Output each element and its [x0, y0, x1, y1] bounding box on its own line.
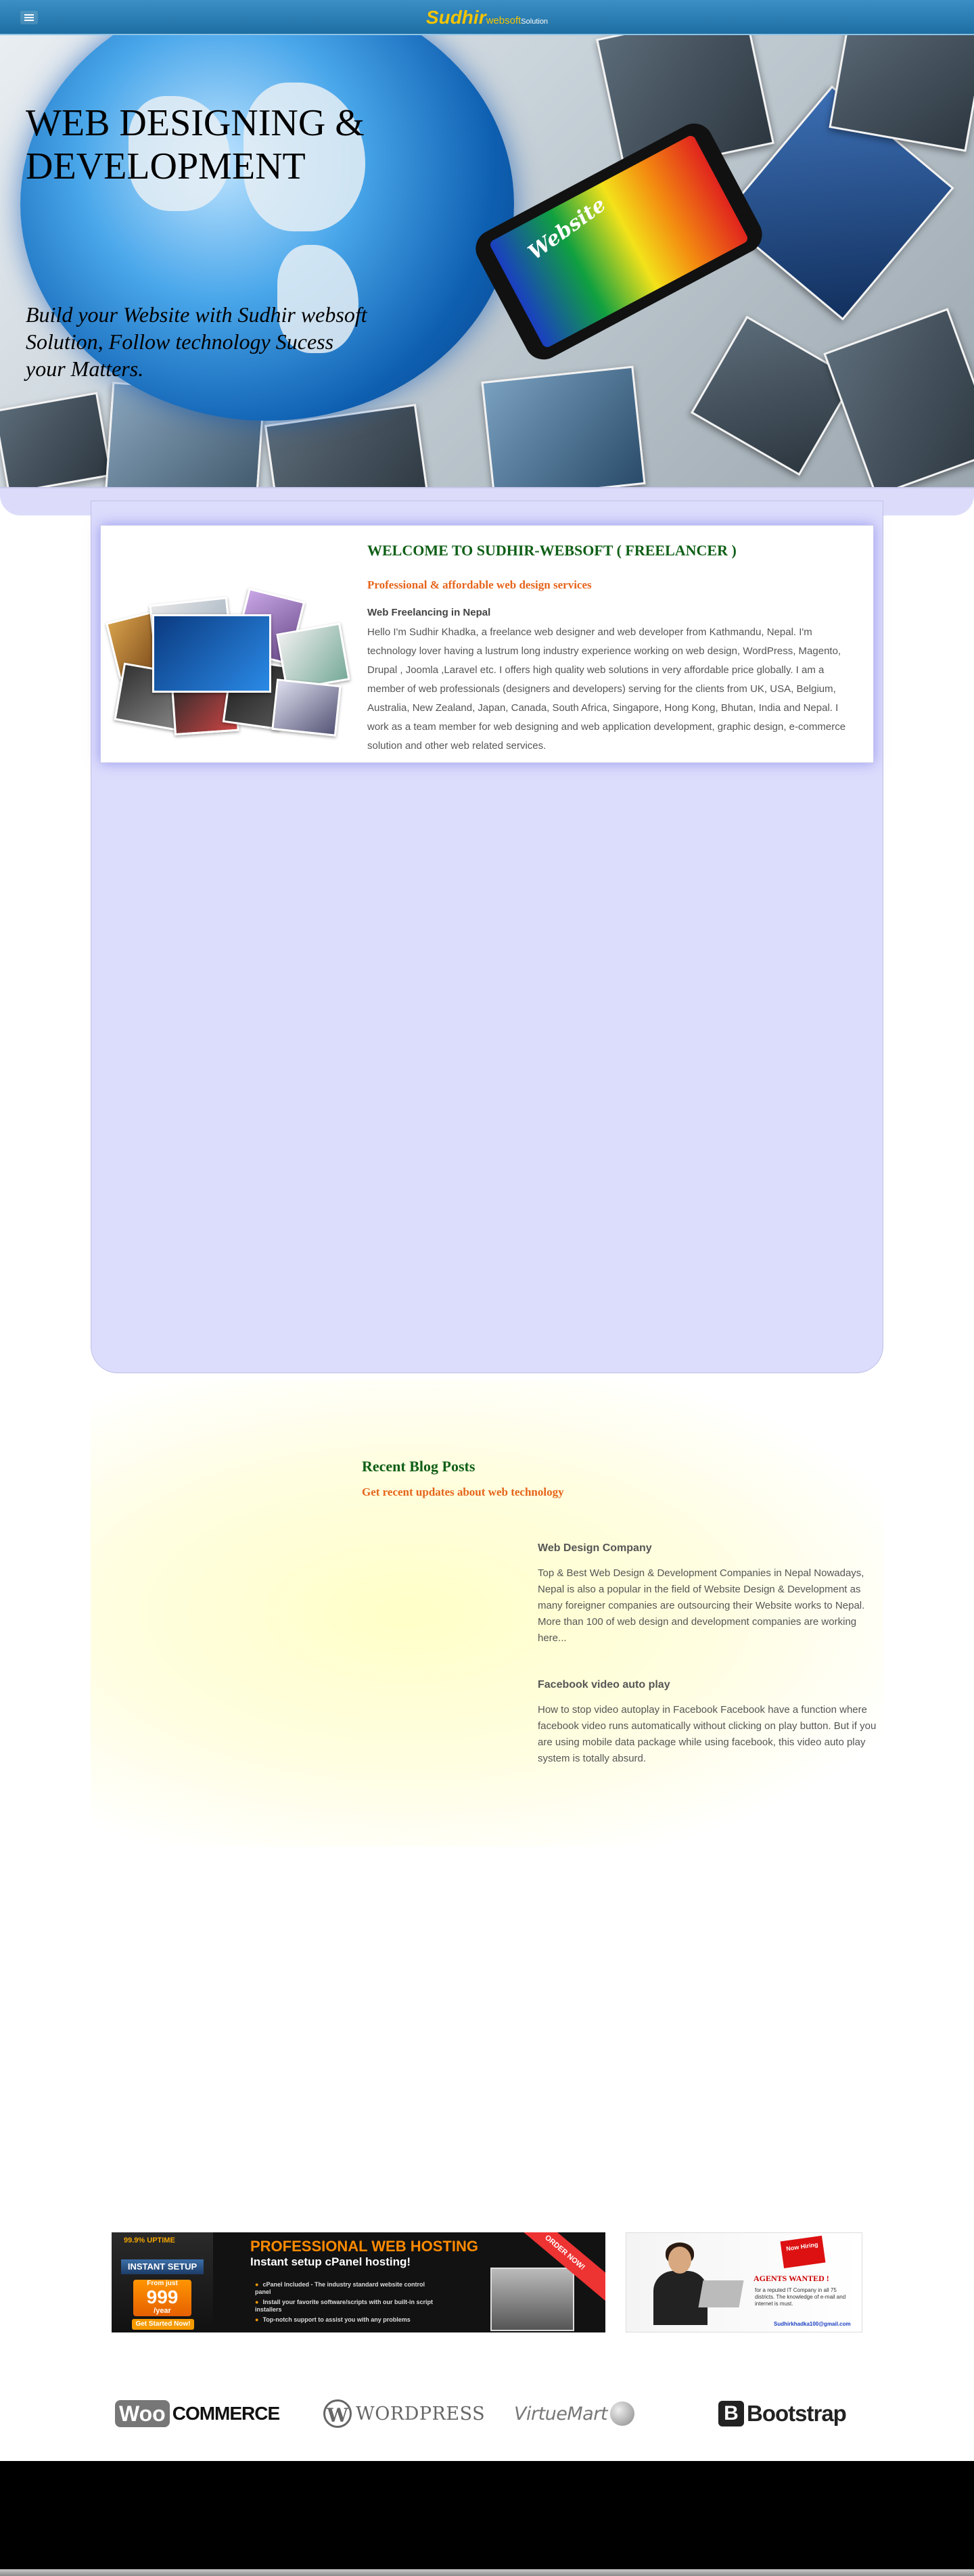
- logo-part-1: Sudhir: [425, 7, 486, 28]
- blog-post-excerpt: Top & Best Web Design & Development Comp…: [538, 1567, 865, 1644]
- footer: [0, 2461, 974, 2571]
- blog-post-title[interactable]: Web Design Company: [538, 1542, 883, 1555]
- uptime-label: 99.9% UPTIME: [124, 2236, 175, 2245]
- hosting-headline: PROFESSIONAL WEB HOSTING: [250, 2238, 478, 2255]
- welcome-body: Hello I'm Sudhir Khadka, a freelance web…: [367, 626, 846, 752]
- blog-post-title[interactable]: Facebook video auto play: [538, 1679, 883, 1691]
- laptop-graphic: [698, 2280, 744, 2307]
- hiring-badge: Now Hiring: [780, 2235, 826, 2269]
- virtuemart-icon: [609, 2401, 634, 2426]
- virtuemart-logo: VirtueMart: [514, 2393, 634, 2434]
- agents-title: AGENTS WANTED !: [753, 2274, 829, 2283]
- virtuemart-text: VirtueMart: [514, 2403, 607, 2424]
- top-navbar: SudhirwebsoftSolution: [0, 0, 974, 35]
- welcome-subtitle: Professional & affordable web design ser…: [367, 578, 592, 591]
- wordpress-text: WORDPRESS: [356, 2403, 486, 2424]
- hosting-subline: Instant setup cPanel hosting!: [250, 2255, 411, 2268]
- footer-bottom-line: [0, 2569, 974, 2576]
- hosting-ad-banner[interactable]: 99.9% UPTIME INSTANT SETUP From just 999…: [112, 2232, 605, 2332]
- hero-image-tile: [0, 392, 112, 492]
- blog-post-excerpt: How to stop video autoplay in Facebook F…: [538, 1704, 877, 1764]
- bootstrap-text: Bootstrap: [747, 2401, 847, 2426]
- hero-image-tile: [690, 315, 856, 476]
- agents-email: Sudhirkhadka100@gmail.com: [774, 2321, 851, 2327]
- woo-text: COMMERCE: [172, 2403, 280, 2424]
- blog-post: Facebook video auto play How to stop vid…: [538, 1679, 883, 1767]
- woman-photo: [647, 2241, 708, 2329]
- get-started-button[interactable]: Get Started Now!: [132, 2319, 194, 2330]
- woocommerce-logo: Woo COMMERCE: [115, 2393, 280, 2434]
- welcome-title: WELCOME TO SUDHIR-WEBSOFT ( FREELANCER ): [367, 542, 737, 559]
- hero-image-tile: [481, 365, 646, 492]
- price-box: From just 999 /year: [133, 2280, 191, 2316]
- bootstrap-logo: B Bootstrap: [718, 2393, 847, 2434]
- blog-title: Recent Blog Posts: [362, 1458, 476, 1475]
- site-logo[interactable]: SudhirwebsoftSolution: [0, 7, 974, 28]
- bootstrap-icon: B: [718, 2401, 744, 2426]
- hosting-feature: cPanel Included - The industry standard …: [255, 2281, 438, 2296]
- instant-setup-label: INSTANT SETUP: [121, 2259, 204, 2274]
- price-period: /year: [154, 2307, 171, 2315]
- hosting-feature: Install your favorite software/scripts w…: [255, 2299, 438, 2314]
- logo-part-2: websoft: [486, 15, 521, 26]
- hero-subtitle: Build your Website with Sudhir websoft S…: [26, 302, 367, 381]
- website-collage-image: [106, 587, 355, 737]
- blog-subtitle: Get recent updates about web technology: [362, 1486, 564, 1498]
- agents-text: for a reputed IT Company in all 75 distr…: [755, 2287, 846, 2307]
- hosting-feature: Top-notch support to assist you with any…: [255, 2316, 438, 2324]
- agents-wanted-banner[interactable]: Now Hiring AGENTS WANTED ! for a reputed…: [626, 2232, 862, 2332]
- logo-part-3: Solution: [521, 18, 549, 26]
- server-graphic: [490, 2268, 574, 2331]
- blog-post: Web Design Company Top & Best Web Design…: [538, 1542, 883, 1647]
- hero-banner: Website WEB DESIGNING & DEVELOPMENT Buil…: [0, 35, 974, 492]
- price-value: 999: [146, 2286, 179, 2307]
- woo-box: Woo: [115, 2400, 170, 2427]
- wordpress-icon: W: [323, 2399, 352, 2428]
- welcome-heading: Web Freelancing in Nepal: [367, 607, 491, 618]
- wordpress-logo: W WORDPRESS: [323, 2393, 485, 2434]
- hero-title: WEB DESIGNING & DEVELOPMENT: [26, 102, 365, 187]
- hero-image-tile: [823, 308, 974, 492]
